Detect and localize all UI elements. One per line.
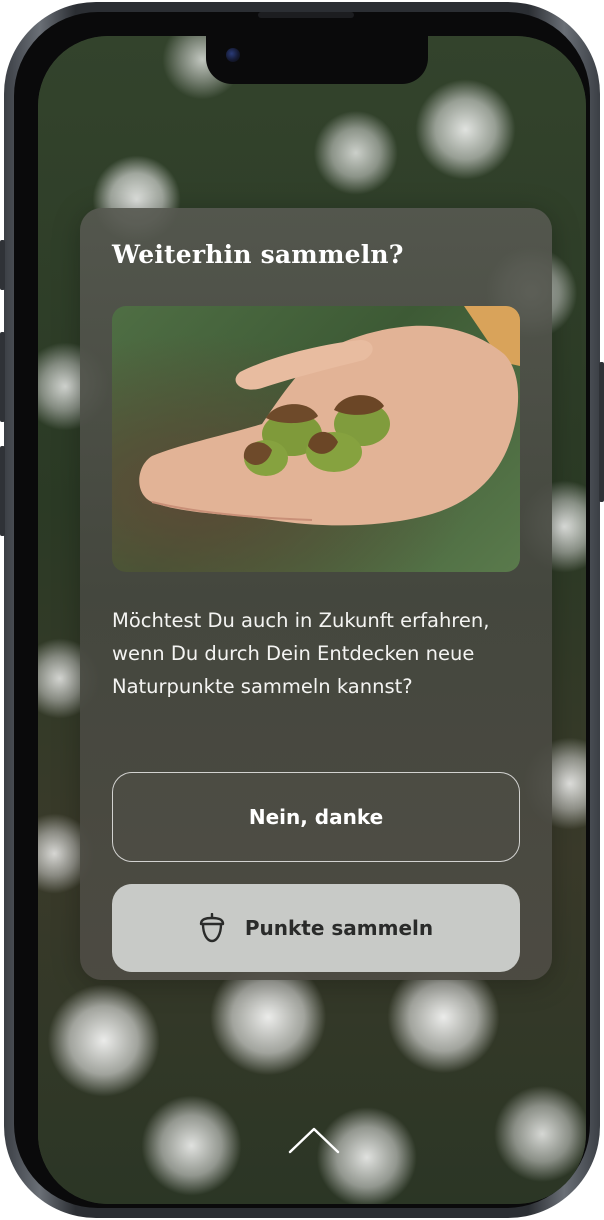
- volume-up-button: [0, 332, 5, 422]
- collect-points-button[interactable]: Punkte sammeln: [112, 884, 520, 972]
- dialog-message: Möchtest Du auch in Zukunft erfahren, we…: [112, 609, 490, 698]
- notch: [206, 36, 428, 84]
- collect-points-label: Punkte sammeln: [244, 916, 434, 940]
- acorns-photo: [112, 306, 520, 572]
- chevron-up-icon[interactable]: [288, 1126, 340, 1154]
- power-button: [599, 362, 604, 502]
- dialog-card: Weiterhin sammeln? Möchtest Du auch in Z…: [80, 208, 552, 980]
- phone-frame: Weiterhin sammeln? Möchtest Du auch in Z…: [0, 2, 604, 1218]
- decline-button-label: Nein, danke: [248, 805, 384, 829]
- phone-bezel: Weiterhin sammeln? Möchtest Du auch in Z…: [14, 12, 590, 1208]
- acorns-illustration: [139, 306, 520, 526]
- decline-button[interactable]: Nein, danke: [112, 772, 520, 862]
- acorn-icon: [199, 912, 225, 943]
- volume-down-button: [0, 446, 5, 536]
- mute-switch: [0, 240, 5, 290]
- earpiece-speaker: [258, 12, 354, 18]
- dialog-title: Weiterhin sammeln?: [112, 240, 404, 269]
- front-camera: [226, 48, 240, 62]
- screen: Weiterhin sammeln? Möchtest Du auch in Z…: [38, 36, 586, 1204]
